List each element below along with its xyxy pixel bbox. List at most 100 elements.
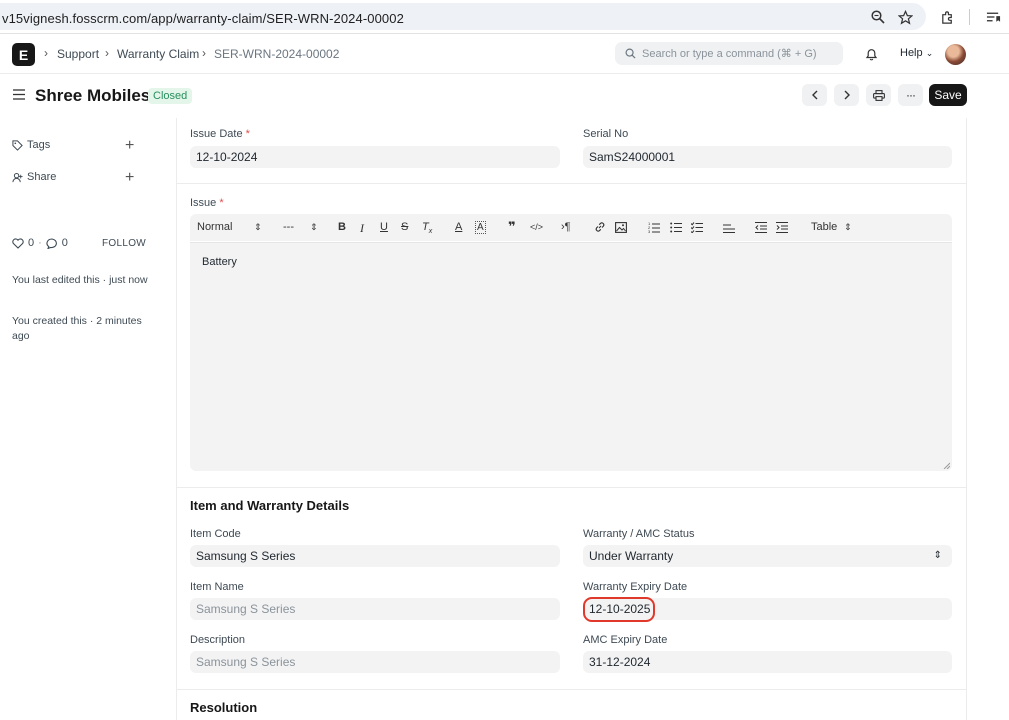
background-color-icon[interactable]: A bbox=[475, 221, 486, 234]
issue-label-text: Issue bbox=[190, 197, 217, 209]
editor-toolbar: Normal ⇕ --- ⇕ B I U S Tx A A ❞ </> ›¶ 1… bbox=[190, 214, 952, 241]
sidebar-toggle-icon[interactable] bbox=[13, 89, 25, 100]
select-arrows-icon: ⇕ bbox=[310, 222, 318, 232]
chevron-down-icon: ⌄ bbox=[925, 48, 934, 58]
reading-list-icon[interactable] bbox=[984, 8, 1002, 26]
indent-icon[interactable] bbox=[775, 220, 789, 234]
tag-icon bbox=[12, 139, 23, 151]
table-select[interactable]: Table bbox=[811, 221, 837, 233]
highlight-annotation bbox=[583, 597, 655, 622]
printer-icon bbox=[872, 89, 885, 101]
bookmark-star-icon[interactable] bbox=[896, 8, 914, 26]
created-note: You created this · 2 minutes ago bbox=[12, 315, 142, 342]
item-code-input[interactable]: Samsung S Series bbox=[190, 545, 560, 567]
text-style-select[interactable]: Normal bbox=[197, 221, 232, 233]
image-icon[interactable] bbox=[614, 220, 628, 234]
more-dots-icon: ··· bbox=[906, 88, 916, 102]
bold-icon[interactable]: B bbox=[338, 221, 346, 233]
align-left-icon[interactable] bbox=[722, 220, 736, 234]
required-marker: * bbox=[245, 128, 250, 140]
text-style-value: Normal bbox=[197, 221, 233, 233]
sidebar-engagement: 0 · 0 bbox=[12, 237, 68, 249]
breadcrumb-support[interactable]: Support bbox=[57, 47, 99, 61]
italic-icon[interactable]: I bbox=[360, 221, 364, 236]
search-placeholder: Search or type a command (⌘ + G) bbox=[642, 48, 817, 60]
issue-date-label-text: Issue Date bbox=[190, 128, 243, 140]
comments-count: 0 bbox=[61, 237, 68, 249]
select-arrows-icon: ⇕ bbox=[254, 222, 262, 232]
outdent-icon[interactable] bbox=[754, 220, 768, 234]
issue-date-input[interactable]: 12-10-2024 bbox=[190, 146, 560, 168]
likes-count: 0 bbox=[28, 237, 35, 249]
code-block-icon[interactable]: </> bbox=[530, 222, 543, 232]
item-name-input[interactable]: Samsung S Series bbox=[190, 598, 560, 620]
resize-handle-icon[interactable] bbox=[943, 462, 950, 469]
follow-link[interactable]: FOLLOW bbox=[102, 238, 146, 249]
link-icon[interactable] bbox=[593, 220, 607, 234]
resolution-section-title[interactable]: Resolution bbox=[190, 700, 257, 715]
tags-label: Tags bbox=[27, 139, 51, 151]
warranty-status-value: Under Warranty bbox=[589, 549, 674, 563]
section-divider bbox=[176, 689, 967, 690]
blockquote-icon[interactable]: ❞ bbox=[508, 219, 516, 235]
breadcrumb-current[interactable]: SER-WRN-2024-00002 bbox=[214, 47, 339, 61]
address-bar[interactable]: ⚙ v15vignesh.fosscrm.com/app/warranty-cl… bbox=[0, 3, 926, 30]
amc-expiry-input[interactable]: 31-12-2024 bbox=[583, 651, 952, 673]
add-share-icon[interactable]: + bbox=[125, 170, 134, 186]
app-navbar: E › Support › Warranty Claim › SER-WRN-2… bbox=[0, 35, 1009, 74]
share-user-icon bbox=[12, 172, 23, 182]
chevron-right-icon bbox=[844, 90, 850, 100]
checklist-icon[interactable] bbox=[690, 220, 704, 234]
issue-editor-text: Battery bbox=[202, 256, 237, 268]
sidebar-share[interactable]: Share bbox=[12, 171, 56, 183]
serial-no-input[interactable]: SamS24000001 bbox=[583, 146, 952, 168]
text-color-icon[interactable]: A bbox=[455, 221, 462, 233]
zoom-icon[interactable] bbox=[869, 8, 887, 26]
amc-expiry-label: AMC Expiry Date bbox=[583, 634, 668, 646]
item-name-label: Item Name bbox=[190, 581, 244, 593]
issue-editor[interactable]: Battery bbox=[190, 242, 952, 471]
app-logo[interactable]: E bbox=[12, 43, 35, 66]
text-direction-icon[interactable]: ›¶ bbox=[561, 221, 571, 233]
warranty-expiry-label: Warranty Expiry Date bbox=[583, 581, 688, 593]
required-marker: * bbox=[219, 197, 224, 209]
previous-doc-button[interactable] bbox=[802, 84, 827, 106]
sidebar-tags[interactable]: Tags bbox=[12, 139, 50, 151]
help-menu[interactable]: Help ⌄ bbox=[900, 47, 933, 59]
underline-icon[interactable]: U bbox=[380, 221, 388, 233]
page-title: Shree Mobiles bbox=[35, 86, 151, 105]
item-warranty-section-title[interactable]: Item and Warranty Details bbox=[190, 498, 349, 513]
font-size-value: --- bbox=[283, 221, 294, 233]
search-bar[interactable]: Search or type a command (⌘ + G) bbox=[615, 42, 843, 65]
strikethrough-icon[interactable]: S bbox=[401, 221, 408, 233]
bullet-list-icon[interactable] bbox=[669, 220, 683, 234]
svg-text:3: 3 bbox=[648, 229, 651, 233]
select-arrows-icon: ⇕ bbox=[933, 550, 942, 561]
print-button[interactable] bbox=[866, 84, 891, 106]
add-tag-icon[interactable]: + bbox=[125, 138, 134, 154]
more-actions-button[interactable]: ··· bbox=[898, 84, 923, 106]
user-avatar[interactable] bbox=[945, 44, 966, 65]
warranty-status-select[interactable]: Under Warranty ⇕ bbox=[583, 545, 952, 567]
like-heart-icon[interactable] bbox=[12, 237, 24, 249]
breadcrumb-chevron-icon: › bbox=[202, 46, 206, 60]
breadcrumb-chevron-icon: › bbox=[44, 46, 48, 60]
notification-bell-icon[interactable] bbox=[865, 47, 878, 61]
clear-format-icon[interactable]: Tx bbox=[422, 221, 432, 235]
breadcrumb-warranty-claim[interactable]: Warranty Claim bbox=[117, 47, 199, 61]
url-text[interactable]: v15vignesh.fosscrm.com/app/warranty-clai… bbox=[2, 11, 404, 26]
search-icon bbox=[625, 48, 636, 59]
share-label: Share bbox=[27, 171, 57, 183]
separator-dot: · bbox=[38, 237, 42, 249]
save-button[interactable]: Save bbox=[929, 84, 967, 106]
section-divider bbox=[176, 183, 967, 184]
description-input[interactable]: Samsung S Series bbox=[190, 651, 560, 673]
status-badge: Closed bbox=[148, 88, 193, 104]
ordered-list-icon[interactable]: 123 bbox=[647, 220, 661, 234]
next-doc-button[interactable] bbox=[834, 84, 859, 106]
comment-icon[interactable] bbox=[46, 237, 58, 249]
extensions-icon[interactable] bbox=[938, 8, 956, 26]
section-divider bbox=[176, 487, 967, 488]
font-size-select[interactable]: --- bbox=[283, 221, 294, 233]
select-arrows-icon: ⇕ bbox=[844, 222, 852, 232]
